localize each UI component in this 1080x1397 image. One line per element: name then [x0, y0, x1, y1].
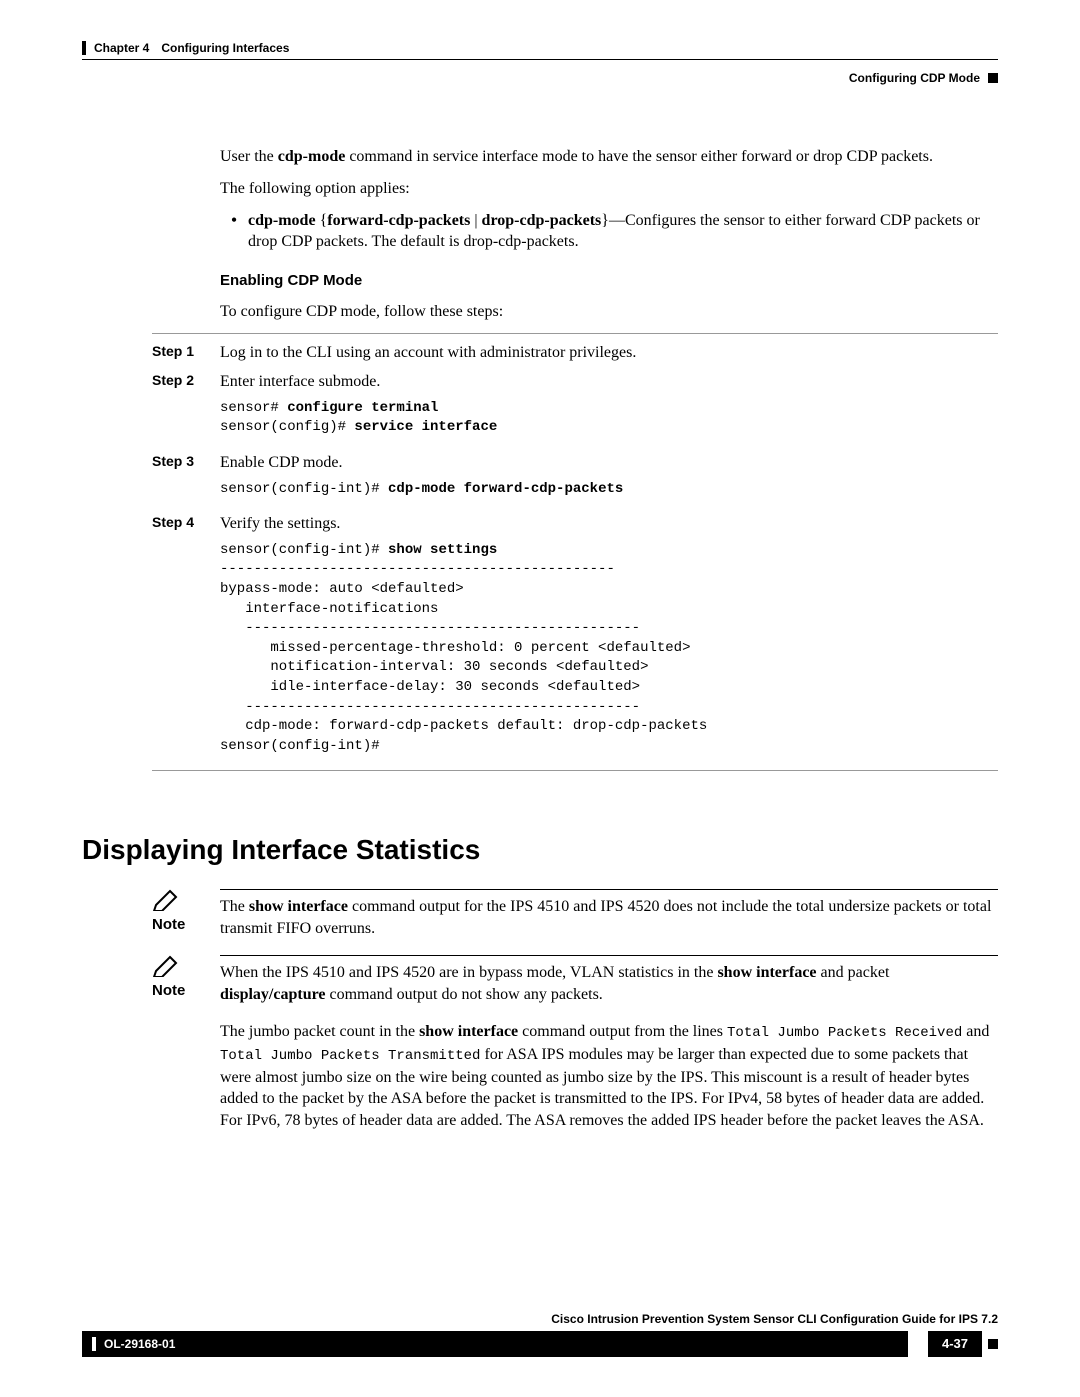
prompt: sensor(config)# [220, 419, 354, 435]
header-chapter: Chapter 4 Configuring Interfaces [82, 40, 998, 56]
mono-text: Total Jumbo Packets Transmitted [220, 1048, 480, 1064]
command: show interface [717, 964, 816, 981]
text: and packet [817, 964, 890, 981]
step-label: Step 2 [152, 371, 220, 444]
text: When the IPS 4510 and IPS 4520 are in by… [220, 964, 717, 981]
text: | [470, 212, 481, 229]
header-rule [82, 59, 998, 60]
header-section-title: Configuring CDP Mode [849, 70, 980, 86]
note-label: Note [152, 981, 220, 1001]
step-3: Step 3 Enable CDP mode. sensor(config-in… [152, 452, 998, 505]
pencil-icon [152, 889, 180, 911]
footer-bar-icon [92, 1337, 96, 1351]
prompt: sensor# [220, 400, 287, 416]
chapter-title: Configuring Interfaces [161, 40, 289, 56]
command: display/capture [220, 986, 326, 1003]
code-block: sensor(config-int)# cdp-mode forward-cdp… [220, 480, 998, 500]
note-label: Note [152, 915, 220, 935]
prompt: sensor(config-int)# [220, 481, 388, 497]
note-1: Note The show interface command output f… [220, 889, 998, 939]
text: command output from the lines [518, 1023, 727, 1040]
text: command output do not show any packets. [326, 986, 603, 1003]
mono-text: Total Jumbo Packets Received [727, 1025, 962, 1041]
text: } [601, 212, 609, 229]
header-bar-icon [82, 41, 86, 55]
bullet-icon: • [220, 210, 248, 253]
step-body: Enable CDP mode. [220, 452, 998, 474]
intro-p2: The following option applies: [220, 178, 998, 200]
step-4: Step 4 Verify the settings. sensor(confi… [152, 513, 998, 762]
header-square-icon [988, 73, 998, 83]
text: and [962, 1023, 989, 1040]
intro-p1: User the cdp-mode command in service int… [220, 146, 998, 168]
command: cdp-mode [248, 212, 316, 229]
command: show interface [419, 1023, 518, 1040]
step-label: Step 3 [152, 452, 220, 505]
command: service interface [354, 419, 497, 435]
page-header: Chapter 4 Configuring Interfaces Configu… [82, 40, 998, 86]
text: The [220, 898, 249, 915]
step-2: Step 2 Enter interface submode. sensor# … [152, 371, 998, 444]
text: User the [220, 148, 278, 165]
pencil-icon [152, 955, 180, 977]
page-footer: Cisco Intrusion Prevention System Sensor… [82, 1311, 998, 1357]
book-title: Cisco Intrusion Prevention System Sensor… [82, 1311, 998, 1327]
step-body: Log in to the CLI using an account with … [220, 342, 998, 364]
enabling-heading: Enabling CDP Mode [220, 271, 998, 291]
note-rule [220, 955, 998, 956]
bullet-text: cdp-mode {forward-cdp-packets | drop-cdp… [248, 210, 998, 253]
text: The jumbo packet count in the [220, 1023, 419, 1040]
step-label: Step 4 [152, 513, 220, 762]
text: command in service interface mode to hav… [345, 148, 933, 165]
step-1: Step 1 Log in to the CLI using an accoun… [152, 342, 998, 364]
enabling-lead: To configure CDP mode, follow these step… [220, 301, 998, 323]
step-label: Step 1 [152, 342, 220, 364]
header-section: Configuring CDP Mode [82, 70, 998, 86]
step-body: Verify the settings. [220, 513, 998, 535]
output: ----------------------------------------… [220, 561, 707, 753]
text: { [316, 212, 328, 229]
command: show settings [388, 542, 497, 558]
option: forward-cdp-packets [327, 212, 470, 229]
command: configure terminal [287, 400, 438, 416]
code-block: sensor# configure terminal sensor(config… [220, 399, 998, 438]
jumbo-paragraph: The jumbo packet count in the show inter… [220, 1021, 998, 1131]
section-heading: Displaying Interface Statistics [82, 831, 998, 869]
command: cdp-mode [278, 148, 346, 165]
step-body: Enter interface submode. [220, 371, 998, 393]
footer-docnum-box: OL-29168-01 [82, 1331, 908, 1357]
page-number: 4-37 [928, 1331, 982, 1357]
chapter-number: Chapter 4 [94, 40, 149, 56]
option: drop-cdp-packets [482, 212, 602, 229]
footer-square-icon [988, 1339, 998, 1349]
note-2: Note When the IPS 4510 and IPS 4520 are … [220, 955, 998, 1005]
prompt: sensor(config-int)# [220, 542, 388, 558]
step-rule-top [152, 333, 998, 334]
doc-number: OL-29168-01 [104, 1336, 175, 1352]
command: show interface [249, 898, 348, 915]
note-rule [220, 889, 998, 890]
step-rule-bottom [152, 770, 998, 771]
command: cdp-mode forward-cdp-packets [388, 481, 623, 497]
option-bullet: • cdp-mode {forward-cdp-packets | drop-c… [220, 210, 998, 253]
code-block: sensor(config-int)# show settings ------… [220, 541, 998, 757]
